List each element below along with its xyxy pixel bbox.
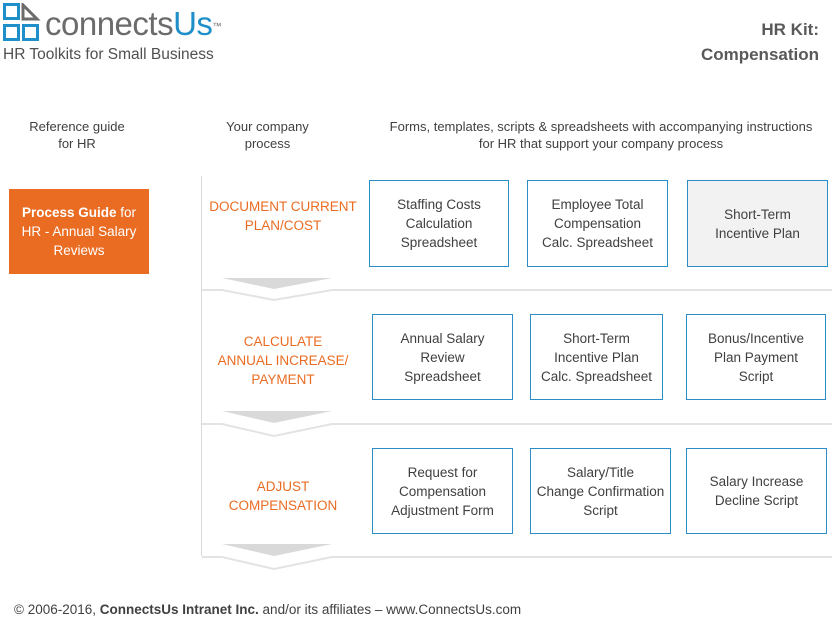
chevron-arrow-2 [202, 411, 832, 438]
process-lane-divider [201, 176, 202, 556]
tagline: HR Toolkits for Small Business [3, 46, 214, 63]
card-annual-salary-review-spreadsheet[interactable]: Annual Salary Review Spreadsheet [372, 314, 513, 400]
column-header-tools: Forms, templates, scripts & spreadsheets… [389, 119, 813, 151]
kit-title-line1: HR Kit: [761, 20, 819, 39]
copyright-footer: © 2006-2016, ConnectsUs Intranet Inc. an… [14, 602, 522, 617]
card-salary-increase-decline-script[interactable]: Salary Increase Decline Script [686, 448, 827, 534]
card-request-compensation-adjustment-form[interactable]: Request for Compensation Adjustment Form [372, 448, 513, 534]
stage-label-adjust-compensation: ADJUST COMPENSATION [228, 479, 338, 513]
connectsus-logo-icon [3, 3, 41, 41]
card-staffing-costs-spreadsheet[interactable]: Staffing Costs Calculation Spreadsheet [369, 180, 509, 267]
brand-logo-text: connectsUs™ [45, 5, 221, 42]
stage-label-calculate-annual-increase: CALCULATE ANNUAL INCREASE/PAYMENT [217, 333, 349, 387]
card-short-term-incentive-calc[interactable]: Short-Term Incentive Plan Calc. Spreadshee… [530, 314, 663, 400]
process-guide-button[interactable]: Process Guide for HR - Annual Salary Revie… [9, 189, 149, 274]
card-salary-title-change-script[interactable]: Salary/Title Change Confirmation Script [530, 448, 671, 534]
kit-title: HR Kit: Compensation [701, 17, 819, 67]
card-employee-total-compensation[interactable]: Employee Total Compensation Calc. Spreadsh… [527, 180, 668, 267]
stage-label-document-current-plan: DOCUMENT CURRENT PLAN/COST [209, 199, 357, 233]
chevron-arrow-1 [202, 278, 832, 301]
card-short-term-incentive-plan[interactable]: Short-Term Incentive Plan [687, 180, 828, 267]
chevron-arrow-3 [202, 544, 832, 571]
column-header-reference: Reference guide for HR [29, 119, 125, 151]
kit-title-line2: Compensation [700, 45, 819, 64]
card-bonus-incentive-payment-script[interactable]: Bonus/Incentive Plan Payment Script [686, 314, 826, 400]
column-header-process: Your company process [226, 119, 309, 151]
